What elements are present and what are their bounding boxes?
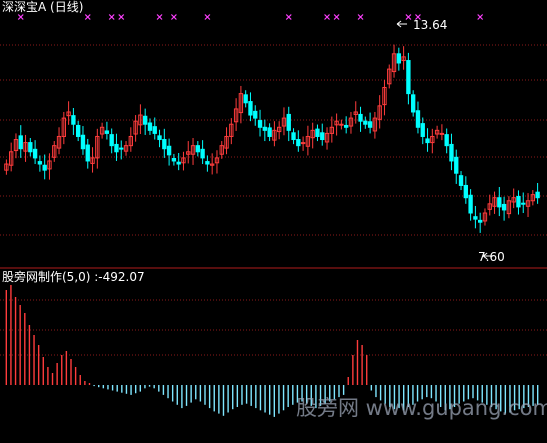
candle-body-down xyxy=(85,144,90,162)
candle-body-down xyxy=(516,195,521,208)
candle-body-down xyxy=(162,139,167,150)
candle-body-down xyxy=(463,184,468,199)
candle-body-down xyxy=(367,121,373,128)
candle-body-down xyxy=(171,158,177,162)
candle-body-down xyxy=(143,115,148,125)
candle-body-down xyxy=(176,161,181,165)
chart-background xyxy=(0,0,547,443)
candle-body-down xyxy=(444,134,449,147)
indicator-label: 股旁网制作(5,0) :-492.07 xyxy=(2,270,145,284)
candle-body-down xyxy=(147,122,153,131)
candle-body-down xyxy=(262,126,267,131)
candle-body-down xyxy=(396,53,401,64)
candle-body-down xyxy=(18,135,23,150)
candle-body-down xyxy=(109,134,114,147)
candle-body-down xyxy=(195,145,200,153)
candle-body-down xyxy=(454,156,459,174)
candle-body-down xyxy=(42,164,47,171)
candle-body-down xyxy=(80,134,86,150)
chart-canvas xyxy=(0,0,547,443)
candle-body-down xyxy=(200,148,205,159)
candle-body-down xyxy=(104,130,110,134)
candle-body-down xyxy=(468,194,473,214)
candle-body-down xyxy=(415,110,421,128)
candle-body-down xyxy=(32,148,38,159)
candle-body-up xyxy=(439,132,445,135)
chart-title: 深深宝A (日线) xyxy=(2,0,84,14)
candle-body-down xyxy=(257,120,263,128)
candle-body-down xyxy=(205,161,210,165)
candle-body-down xyxy=(71,115,76,125)
candle-body-up xyxy=(339,123,344,126)
candle-body-down xyxy=(76,124,81,137)
candle-body-down xyxy=(119,147,124,150)
candle-body-down xyxy=(501,203,507,211)
candle-body-down xyxy=(152,126,157,134)
candle-body-down xyxy=(406,60,411,95)
candle-body-down xyxy=(425,138,430,144)
candle-body-down xyxy=(344,124,349,128)
candle-body-down xyxy=(521,202,526,205)
candle-body-down xyxy=(320,132,325,141)
candle-body-down xyxy=(296,139,301,147)
watermark: 股旁网 www.gupang.com xyxy=(296,396,547,420)
low-price-label: 7.60 xyxy=(478,250,505,264)
candle-body-down xyxy=(420,123,425,137)
high-price-label: 13.64 xyxy=(413,18,448,32)
candle-body-up xyxy=(300,142,306,145)
candle-body-down xyxy=(535,191,540,199)
candle-body-down xyxy=(267,127,272,137)
candle-body-down xyxy=(449,143,454,162)
candle-body-down xyxy=(478,219,483,223)
candle-body-down xyxy=(497,197,502,208)
candle-body-down xyxy=(363,120,368,125)
candle-body-down xyxy=(286,113,291,131)
candle-body-down xyxy=(28,142,33,153)
candle-body-down xyxy=(291,132,296,141)
candle-body-down xyxy=(358,113,363,122)
candle-body-down xyxy=(157,135,162,141)
candle-body-down xyxy=(253,110,258,119)
candle-body-down xyxy=(315,128,320,137)
candle-body-down xyxy=(473,216,478,220)
candle-body-down xyxy=(248,101,253,116)
candle-body-down xyxy=(37,161,43,165)
candle-body-down xyxy=(166,145,172,156)
candle-body-down xyxy=(458,175,464,186)
candle-body-down xyxy=(243,94,248,104)
candle-body-down xyxy=(411,94,416,113)
candle-body-down xyxy=(114,143,119,153)
